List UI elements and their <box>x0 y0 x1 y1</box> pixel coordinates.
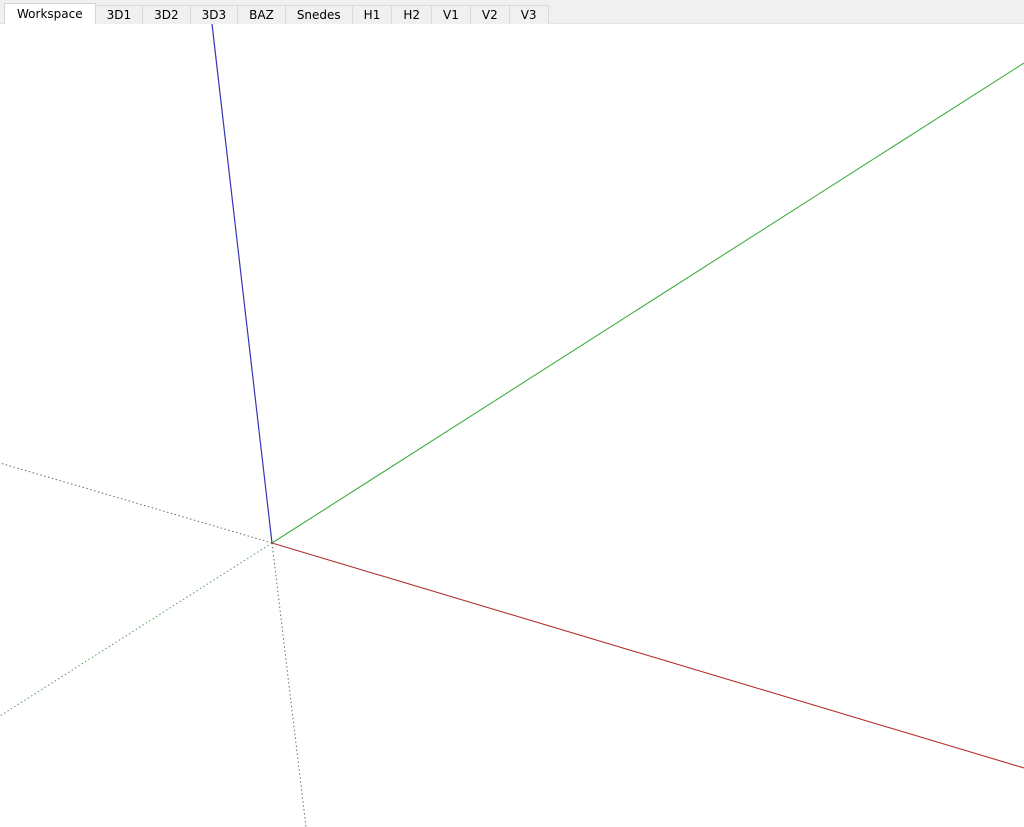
negative-x-axis <box>0 462 273 544</box>
y-axis-green <box>271 62 1024 544</box>
workspace-window: Workspace 3D1 3D2 3D3 BAZ Snedes H1 H2 V… <box>0 0 1024 827</box>
3d-viewport[interactable] <box>0 23 1024 827</box>
negative-y-axis <box>0 542 273 717</box>
x-axis-red <box>271 542 1024 769</box>
negative-z-axis <box>271 542 307 827</box>
axes-canvas <box>0 23 1024 827</box>
z-axis-blue <box>211 23 273 544</box>
